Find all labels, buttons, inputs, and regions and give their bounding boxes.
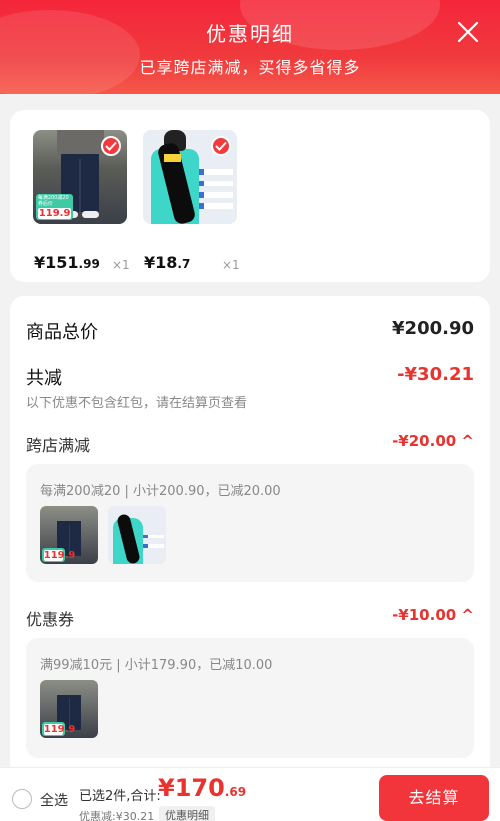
checkout-bar: 全选 已选2件,合计: ¥170.69 优惠减:¥30.21 优惠明细 去结算 [0,767,500,821]
total-price: ¥170.69 [158,774,247,802]
checked-icon[interactable] [211,136,231,156]
cross-store-label: 跨店满减 [26,436,91,455]
close-icon[interactable] [456,20,480,44]
brand-logo [163,154,181,162]
discount-note: 以下优惠不包含红包，请在结算页查看 [26,396,248,411]
cross-store-value[interactable]: -¥20.00 ^ [392,432,474,450]
cross-store-rule: 每满200减20 | 小计200.90，已减20.00 [40,484,281,499]
product-qty: ×1 [222,258,240,272]
checked-icon[interactable] [101,136,121,156]
total-value: ¥200.90 [392,318,474,339]
select-all-label[interactable]: 全选 [40,790,68,810]
coupon-label: 优惠券 [26,610,75,629]
saved-amount: 优惠减:¥30.21 [79,810,155,821]
page-title: 优惠明细 [206,22,294,46]
select-all-radio[interactable] [12,789,32,809]
discount-detail-button[interactable]: 优惠明细 [159,806,215,821]
coupon-detail: 满99减10元 | 小计179.90，已减10.00 119.9 [26,638,474,758]
product-image-badminton-bag[interactable] [143,130,237,224]
chevron-up-icon: ^ [461,606,474,624]
thumb-jeans: 119.9 [40,680,98,738]
checkout-button[interactable]: 去结算 [379,775,489,821]
thumb-jeans: 119.9 [40,506,98,564]
chevron-up-icon: ^ [461,432,474,450]
coupon-rule: 满99减10元 | 小计179.90，已减10.00 [40,658,273,673]
product-card: 每满200减20 券后价 119.9 ¥151.99 ×1 ¥18.7 ×1 [10,110,490,282]
thumb-bag [108,506,166,564]
selected-summary: 已选2件,合计: [79,789,161,804]
product-qty: ×1 [112,258,130,272]
detail-sheet: 每满200减20 券后价 119.9 ¥151.99 ×1 ¥18.7 ×1 商… [0,94,500,796]
page-subtitle: 已享跨店满减，买得多省得多 [139,58,361,77]
reduce-value: -¥30.21 [397,364,474,385]
coupon-value[interactable]: -¥10.00 ^ [392,606,474,624]
total-label: 商品总价 [26,322,98,343]
product-image-jeans[interactable]: 每满200减20 券后价 119.9 [33,130,127,224]
product-price: ¥151.99 [34,253,100,272]
cross-store-detail: 每满200减20 | 小计200.90，已减20.00 119.9 [26,464,474,582]
reduce-label: 共减 [26,368,62,389]
product-price: ¥18.7 [144,253,191,272]
price-tag: 每满200减20 券后价 119.9 [35,194,74,221]
discount-header: 优惠明细 已享跨店满减，买得多省得多 [0,0,500,96]
price-breakdown-card: 商品总价 ¥200.90 共减 -¥30.21 以下优惠不包含红包，请在结算页查… [10,296,490,796]
